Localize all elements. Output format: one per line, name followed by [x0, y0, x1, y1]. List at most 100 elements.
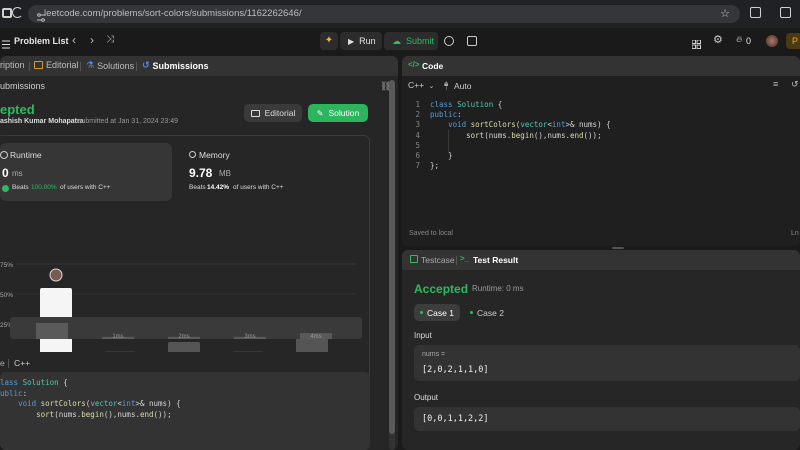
- tab-submissions[interactable]: ↺ Submissions: [142, 60, 209, 71]
- submit-button[interactable]: ☁ Submit: [384, 32, 438, 50]
- line-text: class Solution {: [430, 100, 503, 109]
- reload-icon[interactable]: [12, 7, 23, 18]
- code-tab-title[interactable]: Code: [422, 61, 443, 71]
- extensions-puzzle-icon[interactable]: [750, 7, 761, 18]
- code-editor-panel: </> Code C++ ⌄ 🔒︎ Auto ≡ ↺ 1 class Soluti…: [402, 56, 800, 246]
- avatar[interactable]: [766, 35, 778, 47]
- layout-grid-icon[interactable]: [691, 36, 701, 49]
- leaf-icon: [2, 185, 9, 192]
- code-line: 7};: [402, 161, 800, 171]
- submitted-code-text: lass Solution { ublic: void sortColors(v…: [0, 378, 181, 419]
- premium-button[interactable]: P: [786, 33, 800, 49]
- flask-icon: ⚗: [86, 60, 95, 70]
- runtime-beats-pct: 100.00%: [31, 184, 57, 191]
- browser-bar: leetcode.com/problems/sort-colors/submis…: [0, 0, 800, 28]
- code-lang-prefix: e: [0, 358, 5, 368]
- settings-gear-icon[interactable]: ⚙: [713, 33, 723, 46]
- editorial-button-label: Editorial: [264, 108, 296, 118]
- testcase-check-icon: [410, 255, 418, 263]
- code-line: 1 class Solution {: [402, 100, 800, 110]
- author-name[interactable]: ashish Kumar Mohapatra: [0, 118, 84, 125]
- bookmark-star-icon[interactable]: ☆: [720, 7, 730, 20]
- y-tick-label: 75%: [0, 262, 13, 269]
- tab-description[interactable]: ription: [0, 60, 25, 70]
- notes-icon[interactable]: [467, 36, 477, 46]
- extension-icon[interactable]: [2, 8, 12, 18]
- timer-icon[interactable]: [444, 36, 454, 46]
- autocomplete-label[interactable]: Auto: [454, 81, 472, 91]
- saved-status: Saved to local: [409, 230, 453, 237]
- debug-icon[interactable]: ✦: [320, 32, 338, 50]
- code-brackets-icon: </>: [408, 60, 420, 69]
- tab-solutions[interactable]: ⚗ Solutions: [86, 60, 134, 71]
- fire-streak-icon[interactable]: 🔥︎: [736, 34, 743, 45]
- mini-bar: [36, 323, 68, 339]
- back-to-submissions-link[interactable]: ubmissions: [0, 81, 45, 91]
- cloud-upload-icon: ☁: [392, 35, 401, 46]
- problem-list-link[interactable]: Problem List: [14, 36, 69, 46]
- sidebar-toggle-icon[interactable]: [780, 7, 791, 18]
- problem-list-icon[interactable]: [2, 36, 10, 49]
- tab-description-label: ription: [0, 60, 25, 70]
- solution-button-label: Solution: [328, 108, 360, 118]
- case-pass-dot: [470, 311, 474, 314]
- chevron-down-icon: ⌄: [428, 83, 435, 90]
- case-1-tab[interactable]: Case 1: [414, 304, 460, 321]
- book-icon: [34, 61, 43, 69]
- left-panel-scrollbar[interactable]: [389, 80, 395, 450]
- line-text: public:: [430, 110, 462, 120]
- runtime-range-slider[interactable]: 1ms 2ms 3ms 4ms: [10, 317, 362, 341]
- submitted-code-block[interactable]: lass Solution { ublic: void sortColors(v…: [0, 372, 370, 450]
- tab-divider: [136, 62, 137, 71]
- url-text: leetcode.com/problems/sort-colors/submis…: [44, 8, 302, 19]
- mini-tick-label: 3ms: [244, 334, 255, 340]
- left-panel-scroll-thumb[interactable]: [389, 80, 395, 434]
- book-icon: [250, 109, 260, 117]
- mini-tick-label: 4ms: [310, 334, 321, 340]
- language-select[interactable]: C++ ⌄: [408, 80, 434, 90]
- tab-testcase[interactable]: Testcase: [421, 255, 455, 265]
- tab-editorial[interactable]: Editorial: [34, 60, 79, 70]
- runtime-beats-prefix: Beats: [12, 184, 29, 191]
- case-2-tab[interactable]: Case 2: [464, 304, 510, 321]
- mini-tick-label: 2ms: [178, 334, 189, 340]
- tab-solutions-label: Solutions: [97, 60, 135, 71]
- reset-icon[interactable]: ↺: [791, 79, 799, 90]
- language-select-value: C++: [408, 80, 425, 90]
- input-box[interactable]: nums = [2,0,2,1,1,0]: [414, 345, 800, 381]
- terminal-icon: >_: [460, 254, 470, 263]
- panel-splitter-handle[interactable]: [612, 247, 624, 249]
- tab-test-result[interactable]: Test Result: [473, 255, 518, 265]
- code-lang-divider: [8, 359, 9, 368]
- line-text: void sortColors(vector<int>& nums) {: [448, 120, 611, 130]
- submission-status: epted: [0, 102, 35, 117]
- run-button[interactable]: ▶ Run: [340, 32, 382, 50]
- memory-label: Memory: [199, 150, 230, 160]
- code-line: 5: [402, 141, 800, 151]
- format-icon[interactable]: ≡: [773, 79, 778, 89]
- runtime-card[interactable]: Runtime 0 ms Beats 100.00% of users with…: [0, 143, 172, 201]
- result-runtime: Runtime: 0 ms: [472, 284, 524, 293]
- case-1-label: Case 1: [427, 307, 454, 318]
- runtime-value: 0: [2, 166, 9, 180]
- line-number: 3: [415, 120, 420, 130]
- case-pass-dot: [420, 311, 424, 314]
- address-bar[interactable]: leetcode.com/problems/sort-colors/submis…: [28, 5, 740, 23]
- left-tabbar: ription Editorial ⚗ Solutions ↺ Submissi…: [0, 56, 398, 76]
- line-text: sort(nums.begin(),nums.end());: [466, 130, 602, 140]
- line-number: 1: [415, 100, 420, 109]
- memory-card[interactable]: Memory 9.78 MB Beats 14.42% of users wit…: [182, 143, 366, 201]
- next-problem-icon[interactable]: ›: [90, 33, 94, 47]
- cursor-position: Ln: [791, 230, 799, 237]
- tab-divider: [80, 62, 81, 71]
- clock-icon: [0, 151, 8, 159]
- output-box[interactable]: [0,0,1,1,2,2]: [414, 407, 800, 431]
- distribution-bar[interactable]: [168, 342, 200, 352]
- edit-icon: ✎: [316, 108, 324, 118]
- shuffle-icon[interactable]: ⤨: [106, 34, 114, 45]
- editorial-button[interactable]: Editorial: [244, 104, 302, 122]
- runtime-unit: ms: [12, 169, 23, 178]
- line-number: 5: [415, 140, 420, 150]
- prev-problem-icon[interactable]: ‹: [72, 33, 76, 47]
- solution-button[interactable]: ✎ Solution: [308, 104, 368, 122]
